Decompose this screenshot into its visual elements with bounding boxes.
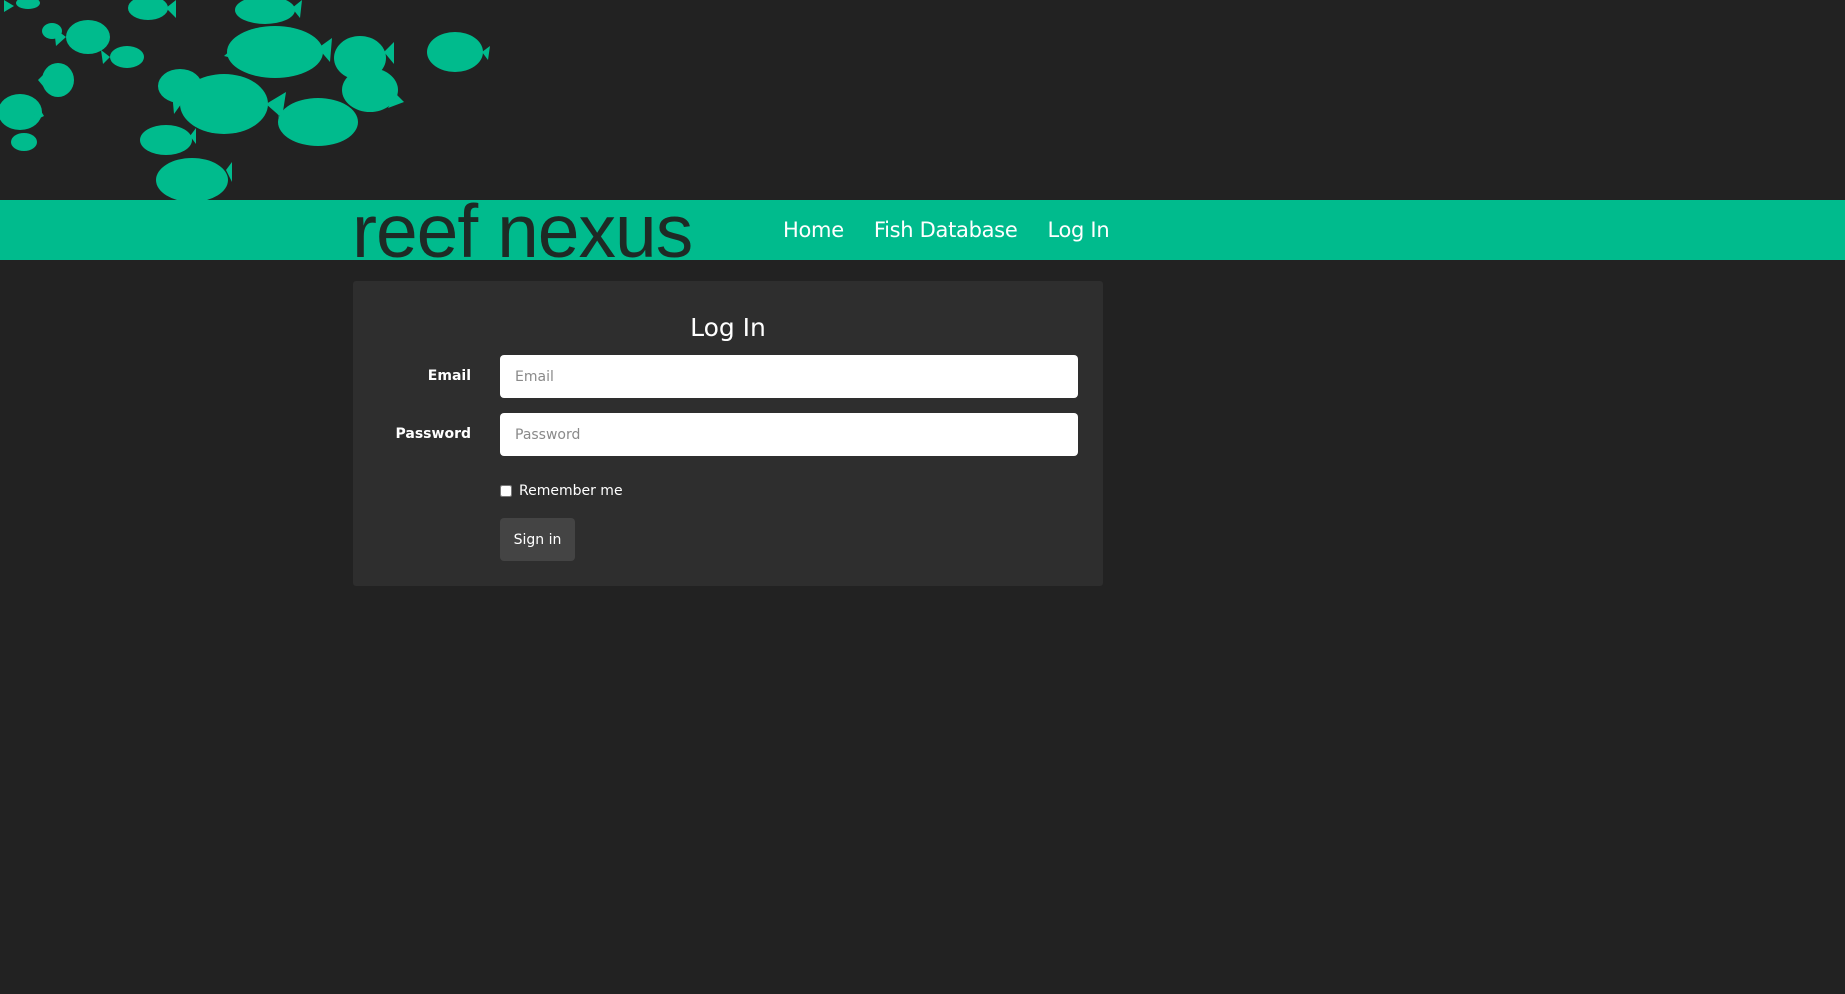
password-input[interactable] xyxy=(500,413,1078,456)
login-panel: Log In Email Password Remember me Sign i… xyxy=(353,281,1103,586)
brand-logo[interactable]: reef nexus xyxy=(352,196,692,266)
email-input[interactable] xyxy=(500,355,1078,398)
remember-me-checkbox[interactable] xyxy=(500,485,512,497)
nav-links: Home Fish Database Log In xyxy=(768,200,1124,260)
remember-me-row: Remember me xyxy=(500,483,623,499)
remember-me-label[interactable]: Remember me xyxy=(519,483,623,499)
fish-school-icon xyxy=(0,0,490,200)
nav-item-fish-database[interactable]: Fish Database xyxy=(859,218,1033,242)
page: reef nexus Home Fish Database Log In Log… xyxy=(0,0,1845,994)
login-title: Log In xyxy=(690,313,766,342)
password-label: Password xyxy=(395,426,471,442)
nav-item-home[interactable]: Home xyxy=(768,218,859,242)
email-label: Email xyxy=(427,368,471,384)
sign-in-button[interactable]: Sign in xyxy=(500,518,575,561)
nav-item-log-in[interactable]: Log In xyxy=(1032,218,1124,242)
